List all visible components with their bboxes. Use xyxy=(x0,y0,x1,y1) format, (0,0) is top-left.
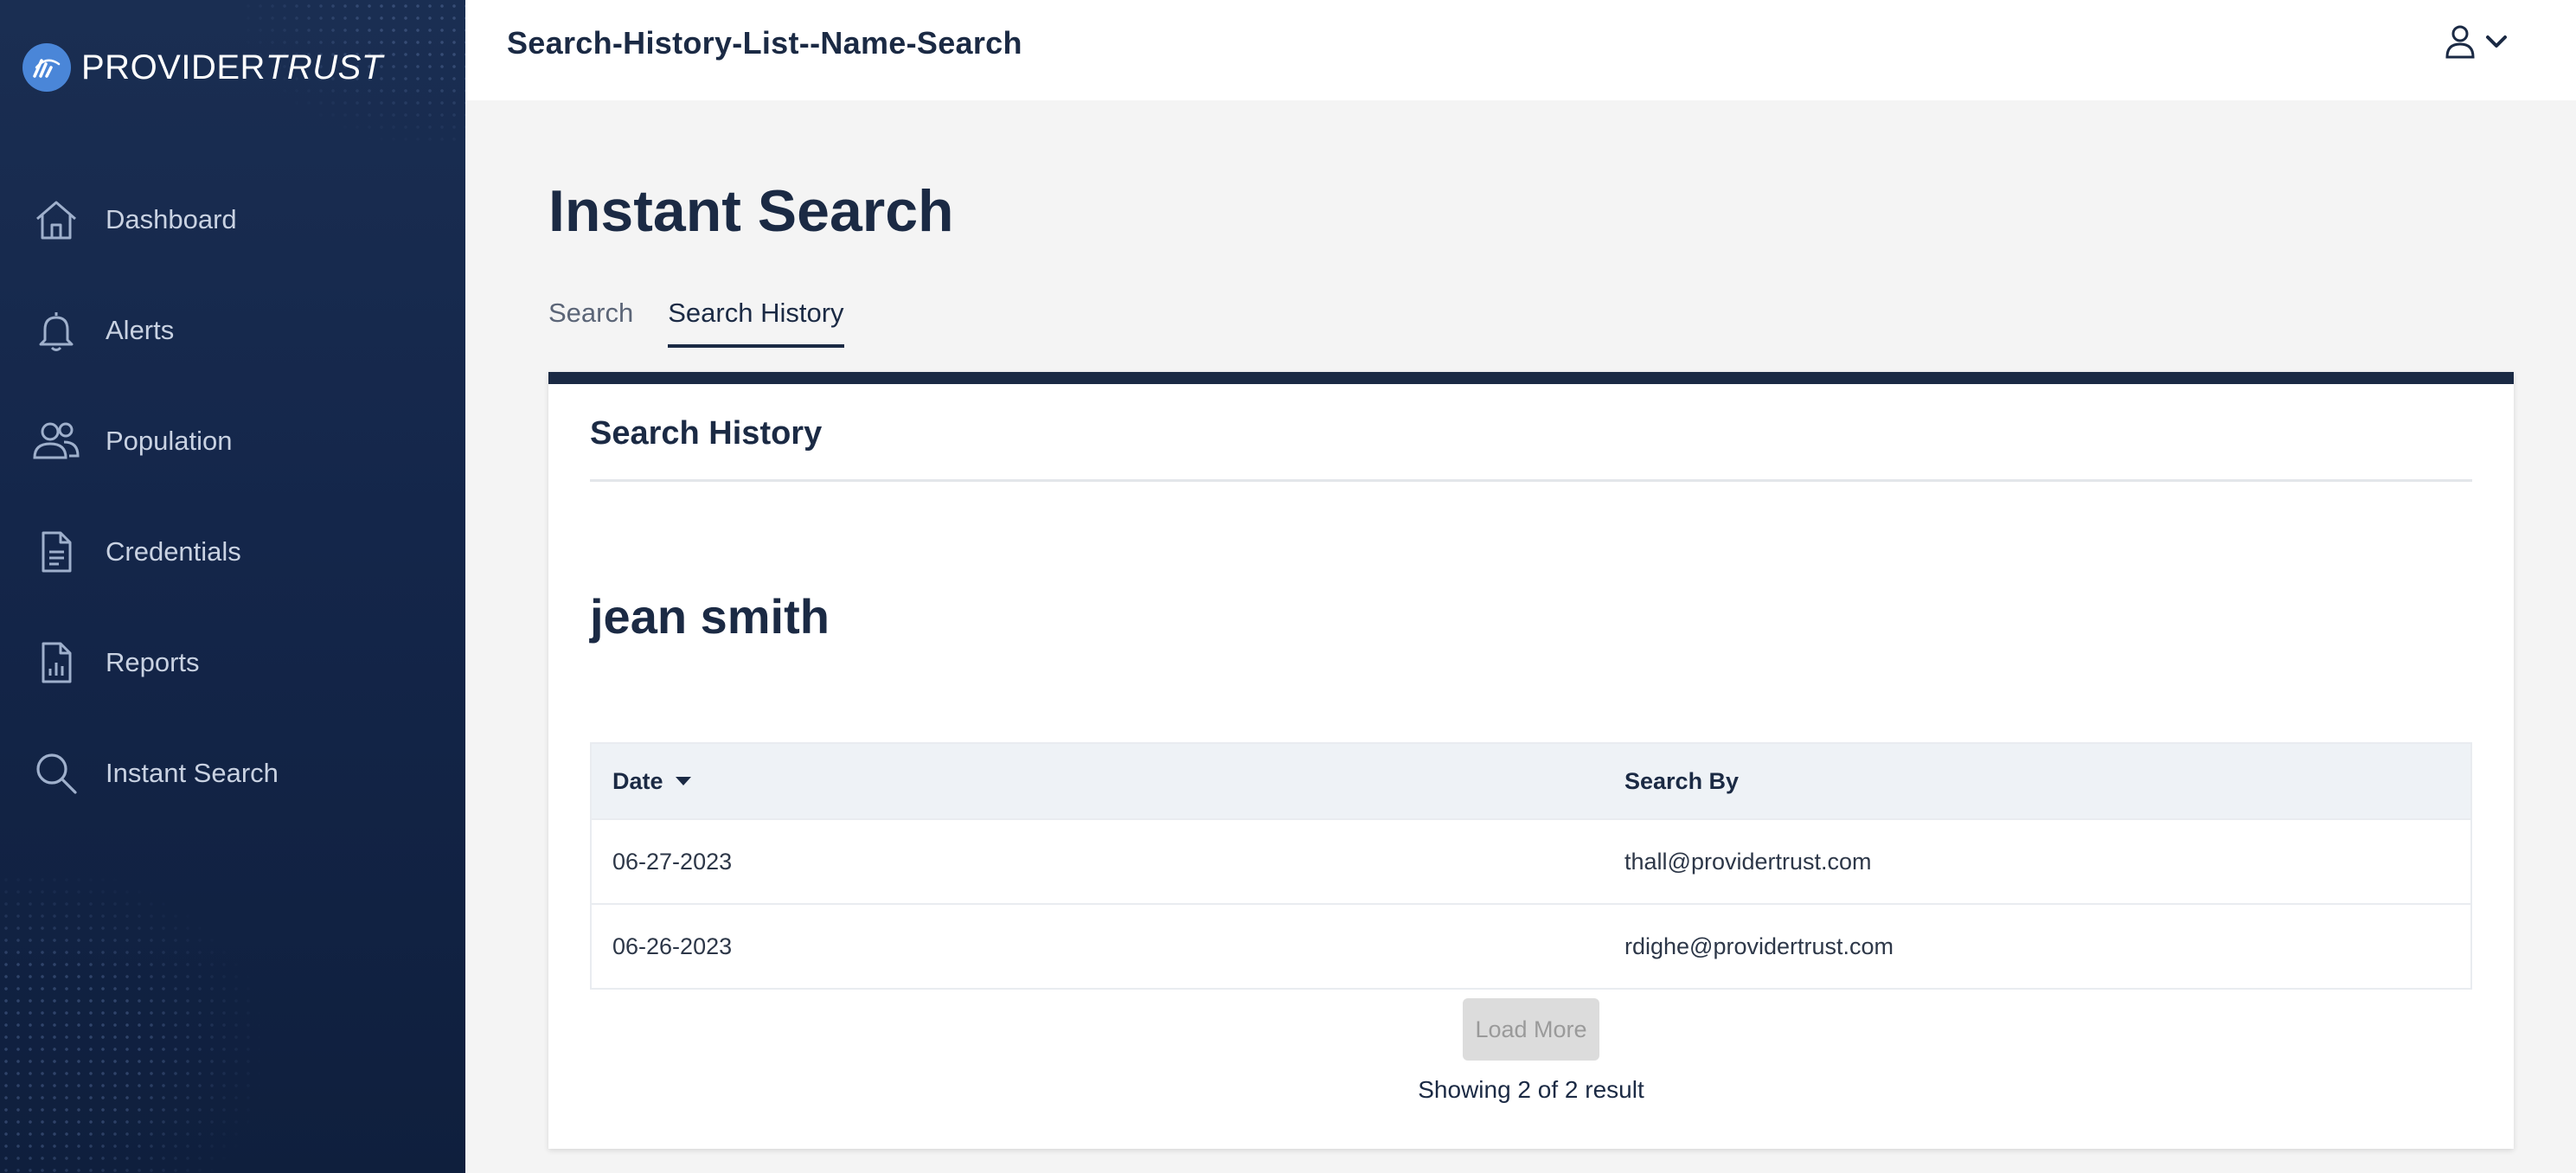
column-header-label: Date xyxy=(612,767,663,794)
cell-date: 06-27-2023 xyxy=(612,848,733,875)
decorative-dot-pattern xyxy=(0,874,260,1173)
sidebar-item-alerts[interactable]: Alerts xyxy=(0,275,465,386)
sidebar-item-label: Dashboard xyxy=(106,204,237,234)
search-history-card: Search History jean smith Date Search By… xyxy=(548,372,2514,1149)
report-icon xyxy=(31,638,81,688)
sidebar-item-population[interactable]: Population xyxy=(0,386,465,497)
sidebar-item-instant-search[interactable]: Instant Search xyxy=(0,718,465,829)
search-subject-name: jean smith xyxy=(590,589,830,644)
home-icon xyxy=(31,195,81,245)
sidebar-item-reports[interactable]: Reports xyxy=(0,607,465,718)
search-icon xyxy=(31,748,81,798)
page-header-title: Search-History-List--Name-Search xyxy=(507,25,1022,61)
result-count: Showing 2 of 2 result xyxy=(1418,1076,1644,1103)
tab-search[interactable]: Search xyxy=(548,298,633,348)
brand-name: PROVIDERTRUST xyxy=(81,48,383,87)
brand-name-italic: TRUST xyxy=(265,48,383,87)
tab-search-history[interactable]: Search History xyxy=(668,298,844,348)
user-icon xyxy=(2445,24,2476,63)
bell-icon xyxy=(31,305,81,356)
column-header-label: Search By xyxy=(1624,767,1740,794)
table-row: 06-27-2023 thall@providertrust.com xyxy=(592,818,2470,903)
chevron-down-icon xyxy=(2484,33,2509,54)
sidebar-item-label: Credentials xyxy=(106,536,241,567)
logo-mark-icon xyxy=(22,43,71,92)
sidebar-item-label: Reports xyxy=(106,647,200,677)
sidebar: PROVIDERTRUST Dashboard Alerts Populatio… xyxy=(0,0,465,1173)
tab-bar: Search Search History xyxy=(548,298,844,349)
caret-down-icon xyxy=(675,777,691,785)
user-menu-button[interactable] xyxy=(2445,24,2509,62)
sidebar-item-credentials[interactable]: Credentials xyxy=(0,497,465,607)
divider xyxy=(590,479,2472,482)
document-icon xyxy=(31,527,81,577)
page-title: Instant Search xyxy=(548,178,954,244)
sidebar-item-label: Instant Search xyxy=(106,758,279,788)
load-more-button[interactable]: Load More xyxy=(1463,998,1599,1061)
sidebar-item-dashboard[interactable]: Dashboard xyxy=(0,164,465,275)
card-title: Search History xyxy=(590,415,823,452)
brand-logo[interactable]: PROVIDERTRUST xyxy=(22,43,383,92)
top-bar: Search-History-List--Name-Search xyxy=(465,0,2576,100)
search-history-table: Date Search By 06-27-2023 thall@provider… xyxy=(590,742,2472,990)
table-header: Date Search By xyxy=(592,744,2470,818)
sidebar-item-label: Alerts xyxy=(106,315,175,345)
brand-name-bold: PROVIDER xyxy=(81,48,266,87)
sidebar-nav: Dashboard Alerts Population Credentials … xyxy=(0,164,465,829)
cell-search-by: rdighe@providertrust.com xyxy=(1624,933,1894,959)
cell-date: 06-26-2023 xyxy=(612,933,733,959)
column-header-date[interactable]: Date xyxy=(592,768,1624,795)
cell-search-by: thall@providertrust.com xyxy=(1624,848,1872,875)
sidebar-item-label: Population xyxy=(106,426,233,456)
column-header-search-by: Search By xyxy=(1624,768,1739,795)
table-row: 06-26-2023 rdighe@providertrust.com xyxy=(592,903,2470,988)
users-icon xyxy=(31,416,81,466)
